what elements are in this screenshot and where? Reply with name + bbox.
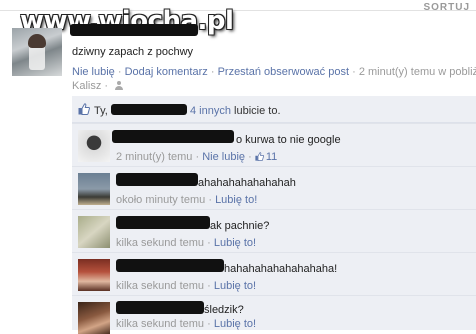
redacted-author-name <box>70 24 198 36</box>
comment-meta: kilka sekund temu · Lubię to! <box>116 280 257 292</box>
comment-like-link[interactable]: Nie lubię <box>202 151 245 163</box>
comment-text: hahahahahahahahaha! <box>224 263 338 275</box>
comment-item: ahahahahahahahah około minuty temu · Lub… <box>72 166 476 209</box>
comment-item: o kurwa to nie google 2 minut(y) temu · … <box>72 123 476 166</box>
post-text: dziwny zapach z pochwy <box>72 46 194 58</box>
comment-like-link[interactable]: Lubię to! <box>215 194 257 206</box>
comment-thread: Ty, 4 innych lubicie to. o kurwa to nie … <box>72 96 476 334</box>
comment-meta: kilka sekund temu · Lubię to! <box>116 237 257 249</box>
commenter-avatar[interactable] <box>78 173 110 205</box>
small-thumbs-up-icon <box>255 152 264 161</box>
commenter-avatar[interactable] <box>78 259 110 291</box>
likes-suffix: lubicie to. <box>234 105 281 117</box>
redacted-commenter-name <box>116 216 210 229</box>
redacted-commenter-name <box>116 301 204 314</box>
comment-time: 2 minut(y) temu <box>116 151 193 163</box>
comment-time: kilka sekund temu <box>116 280 205 292</box>
comment-text: śledzik? <box>204 304 244 316</box>
unlike-link[interactable]: Nie lubię <box>72 66 115 78</box>
audience-icon[interactable] <box>115 81 125 90</box>
comment-text: o kurwa to nie google <box>236 134 341 146</box>
comment-text: ahahahahahahahah <box>198 177 296 189</box>
commenter-avatar[interactable] <box>78 302 110 334</box>
add-comment-link[interactable]: Dodaj komentarz <box>125 66 208 78</box>
comment-like-link[interactable]: Lubię to! <box>214 280 256 292</box>
likes-text: Ty, 4 innych lubicie to. <box>94 104 281 117</box>
redacted-commenter-name <box>116 173 198 186</box>
redacted-commenter-name <box>116 259 224 272</box>
avatar-hair <box>28 34 46 48</box>
comment-item: hahahahahahahahaha! kilka sekund temu · … <box>72 252 476 295</box>
comment-meta: około minuty temu · Lubię to! <box>116 194 258 206</box>
comment-item: ak pachnie? kilka sekund temu · Lubię to… <box>72 209 476 252</box>
thumbs-up-icon <box>78 103 90 115</box>
sort-button[interactable]: SORTUJ <box>423 2 470 13</box>
comment-time: kilka sekund temu <box>116 318 205 330</box>
commenter-avatar[interactable] <box>78 130 110 162</box>
comment-like-count[interactable]: 11 <box>255 151 277 163</box>
like-count-value: 11 <box>265 151 278 163</box>
post-timestamp: 2 minut(y) temu w pobliżu <box>358 66 476 78</box>
comment-time: kilka sekund temu <box>116 237 205 249</box>
place-name[interactable]: Kalisz <box>72 80 101 92</box>
likes-you: Ty, <box>94 105 108 117</box>
redacted-liker-name <box>110 104 187 115</box>
commenter-avatar[interactable] <box>78 216 110 248</box>
comment-like-link[interactable]: Lubię to! <box>214 318 256 330</box>
comment-like-link[interactable]: Lubię to! <box>214 237 256 249</box>
redacted-commenter-name <box>112 130 234 143</box>
comment-text: ak pachnie? <box>210 220 270 232</box>
comment-meta: 2 minut(y) temu · Nie lubię · 11 <box>116 151 278 163</box>
stop-following-link[interactable]: Przestań obserwować post <box>218 66 349 78</box>
post-author-avatar[interactable] <box>12 28 62 76</box>
comment-item: śledzik? kilka sekund temu · Lubię to! <box>72 295 476 334</box>
likes-summary: Ty, 4 innych lubicie to. <box>72 96 476 123</box>
post-actions: Nie lubię · Dodaj komentarz · Przestań o… <box>72 66 476 78</box>
comment-meta: kilka sekund temu · Lubię to! <box>116 318 257 330</box>
post-location: Kalisz · <box>72 80 125 92</box>
comment-time: około minuty temu <box>116 194 206 206</box>
likes-others-link[interactable]: 4 innych <box>190 105 231 117</box>
